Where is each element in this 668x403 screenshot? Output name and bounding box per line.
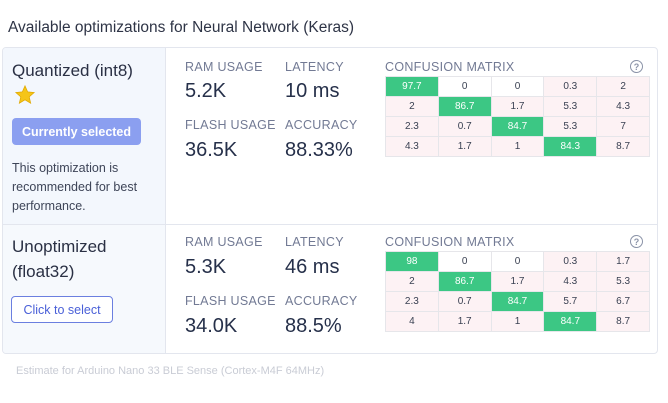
option-name: Unoptimized	[12, 237, 107, 256]
optimizations-panel: Quantized (int8) Currently selected This…	[2, 47, 658, 354]
matrix-cell: 4.3	[543, 271, 598, 292]
matrix-cell: 84.7	[543, 311, 598, 332]
option-sidebar-unoptimized: Unoptimized (float32) Click to select	[3, 225, 166, 353]
recommendation-note: This optimization is recommended for bes…	[12, 161, 138, 213]
accuracy-label: ACCURACY	[285, 294, 358, 308]
matrix-cell: 6.7	[596, 291, 650, 312]
latency-value: 10 ms	[285, 80, 340, 102]
matrix-cell: 4.3	[385, 136, 439, 157]
ram-usage-value: 5.3K	[185, 256, 227, 278]
click-to-select-button[interactable]: Click to select	[11, 296, 113, 323]
matrix-cell: 2.3	[385, 291, 439, 312]
option-sidebar-quantized: Quantized (int8) Currently selected This…	[3, 48, 166, 224]
matrix-cell: 8.7	[596, 136, 650, 157]
confusion-matrix-title: CONFUSION MATRIX	[385, 60, 515, 74]
matrix-cell: 0	[490, 76, 545, 97]
latency-label: LATENCY	[285, 60, 344, 74]
matrix-cell: 0.3	[543, 76, 598, 97]
matrix-cell: 0	[437, 76, 492, 97]
confusion-matrix-title: CONFUSION MATRIX	[385, 235, 515, 249]
matrix-cell: 5.3	[596, 271, 650, 292]
matrix-cell: 86.7	[437, 96, 492, 117]
matrix-cell: 7	[596, 116, 650, 137]
ram-usage-value: 5.2K	[185, 80, 227, 102]
flash-usage-label: FLASH USAGE	[185, 118, 276, 132]
confusion-matrix: 98 0 0 0.3 1.7 2 86.7 1.7 4.3 5.3 2.3 0.…	[385, 251, 650, 332]
matrix-cell: 1.7	[490, 271, 545, 292]
currently-selected-button[interactable]: Currently selected	[12, 118, 141, 145]
matrix-cell: 1.7	[490, 96, 545, 117]
matrix-cell: 0.7	[437, 291, 492, 312]
matrix-cell: 2.3	[385, 116, 439, 137]
matrix-cell: 5.7	[543, 291, 598, 312]
matrix-cell: 2	[596, 76, 650, 97]
device-estimate-note: Estimate for Arduino Nano 33 BLE Sense (…	[16, 365, 325, 377]
option-row-unoptimized: Unoptimized (float32) Click to select RA…	[3, 224, 657, 353]
matrix-cell: 1	[490, 311, 545, 332]
matrix-cell: 5.3	[543, 96, 598, 117]
matrix-cell: 2	[385, 271, 439, 292]
help-icon[interactable]: ?	[630, 60, 643, 73]
matrix-cell: 97.7	[385, 76, 439, 97]
accuracy-value: 88.5%	[285, 315, 342, 337]
matrix-cell: 1.7	[437, 136, 492, 157]
accuracy-label: ACCURACY	[285, 118, 358, 132]
latency-value: 46 ms	[285, 256, 340, 278]
matrix-cell: 84.3	[543, 136, 598, 157]
matrix-cell: 8.7	[596, 311, 650, 332]
matrix-cell: 0.7	[437, 116, 492, 137]
matrix-cell: 84.7	[490, 116, 545, 137]
flash-usage-value: 34.0K	[185, 315, 238, 337]
matrix-cell: 1	[490, 136, 545, 157]
confusion-matrix: 97.7 0 0 0.3 2 2 86.7 1.7 5.3 4.3 2.3 0.…	[385, 76, 650, 157]
flash-usage-label: FLASH USAGE	[185, 294, 276, 308]
page-title: Available optimizations for Neural Netwo…	[8, 19, 355, 36]
star-icon	[14, 84, 36, 105]
option-name-type: (float32)	[12, 262, 75, 281]
option-row-quantized: Quantized (int8) Currently selected This…	[3, 48, 657, 224]
matrix-cell: 5.3	[543, 116, 598, 137]
matrix-cell: 0	[490, 251, 545, 272]
flash-usage-value: 36.5K	[185, 139, 238, 161]
matrix-cell: 1.7	[437, 311, 492, 332]
ram-usage-label: RAM USAGE	[185, 60, 263, 74]
accuracy-value: 88.33%	[285, 139, 353, 161]
matrix-cell: 1.7	[596, 251, 650, 272]
matrix-cell: 2	[385, 96, 439, 117]
option-name: Quantized (int8)	[12, 61, 133, 80]
latency-label: LATENCY	[285, 235, 344, 249]
matrix-cell: 4.3	[596, 96, 650, 117]
matrix-cell: 86.7	[437, 271, 492, 292]
matrix-cell: 98	[385, 251, 439, 272]
matrix-cell: 4	[385, 311, 439, 332]
help-icon[interactable]: ?	[630, 235, 643, 248]
matrix-cell: 84.7	[490, 291, 545, 312]
matrix-cell: 0.3	[543, 251, 598, 272]
matrix-cell: 0	[437, 251, 492, 272]
ram-usage-label: RAM USAGE	[185, 235, 263, 249]
